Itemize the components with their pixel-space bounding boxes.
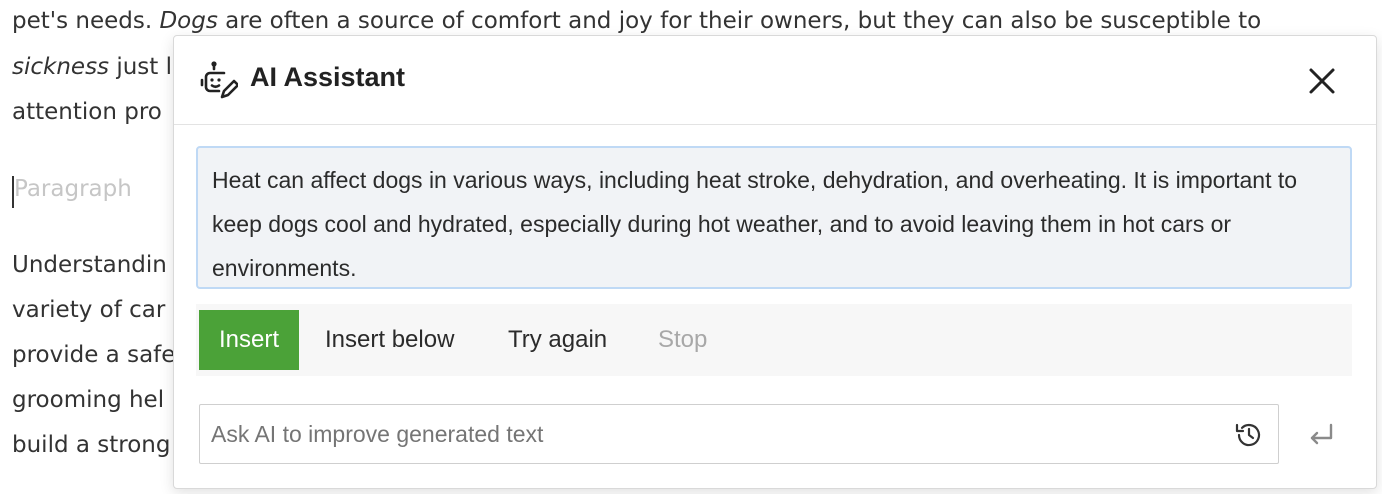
action-toolbar: Insert Insert below Try again Stop [196, 304, 1352, 376]
dialog-header: AI Assistant [174, 36, 1376, 125]
paragraph-placeholder[interactable]: Paragraph [14, 176, 132, 202]
document-line: build a strong [12, 432, 171, 458]
document-line-2: sickness just li [12, 54, 178, 80]
document-line: grooming hel [12, 387, 165, 413]
history-button[interactable] [1234, 420, 1264, 450]
ai-response-text: Heat can affect dogs in various ways, in… [196, 146, 1352, 289]
document-line-3: attention pro [12, 99, 162, 125]
document-line: provide a safe [12, 342, 176, 368]
prompt-field [199, 404, 1279, 464]
ai-assistant-dialog: AI Assistant Heat can affect dogs in var… [173, 35, 1377, 489]
close-button[interactable] [1304, 63, 1340, 99]
robot-pencil-icon [198, 61, 240, 101]
document-line: Understandin [12, 252, 167, 278]
text-run: just li [109, 54, 179, 80]
text-run: pet's needs. [12, 8, 160, 34]
history-icon [1235, 423, 1261, 447]
document-line-1: pet's needs. Dogs are often a source of … [12, 8, 1261, 34]
insert-button[interactable]: Insert [199, 310, 299, 370]
close-icon [1309, 68, 1335, 94]
insert-below-button[interactable]: Insert below [325, 310, 454, 370]
prompt-input[interactable] [200, 405, 1220, 463]
italic-text: Dogs [159, 8, 218, 34]
document-line: variety of car [12, 297, 166, 323]
stop-button[interactable]: Stop [658, 310, 707, 370]
try-again-button[interactable]: Try again [508, 310, 607, 370]
submit-button[interactable] [1306, 420, 1336, 450]
text-run: are often a source of comfort and joy fo… [217, 8, 1262, 34]
italic-text: sickness [12, 54, 110, 80]
enter-icon [1310, 423, 1333, 445]
dialog-title: AI Assistant [250, 62, 406, 92]
